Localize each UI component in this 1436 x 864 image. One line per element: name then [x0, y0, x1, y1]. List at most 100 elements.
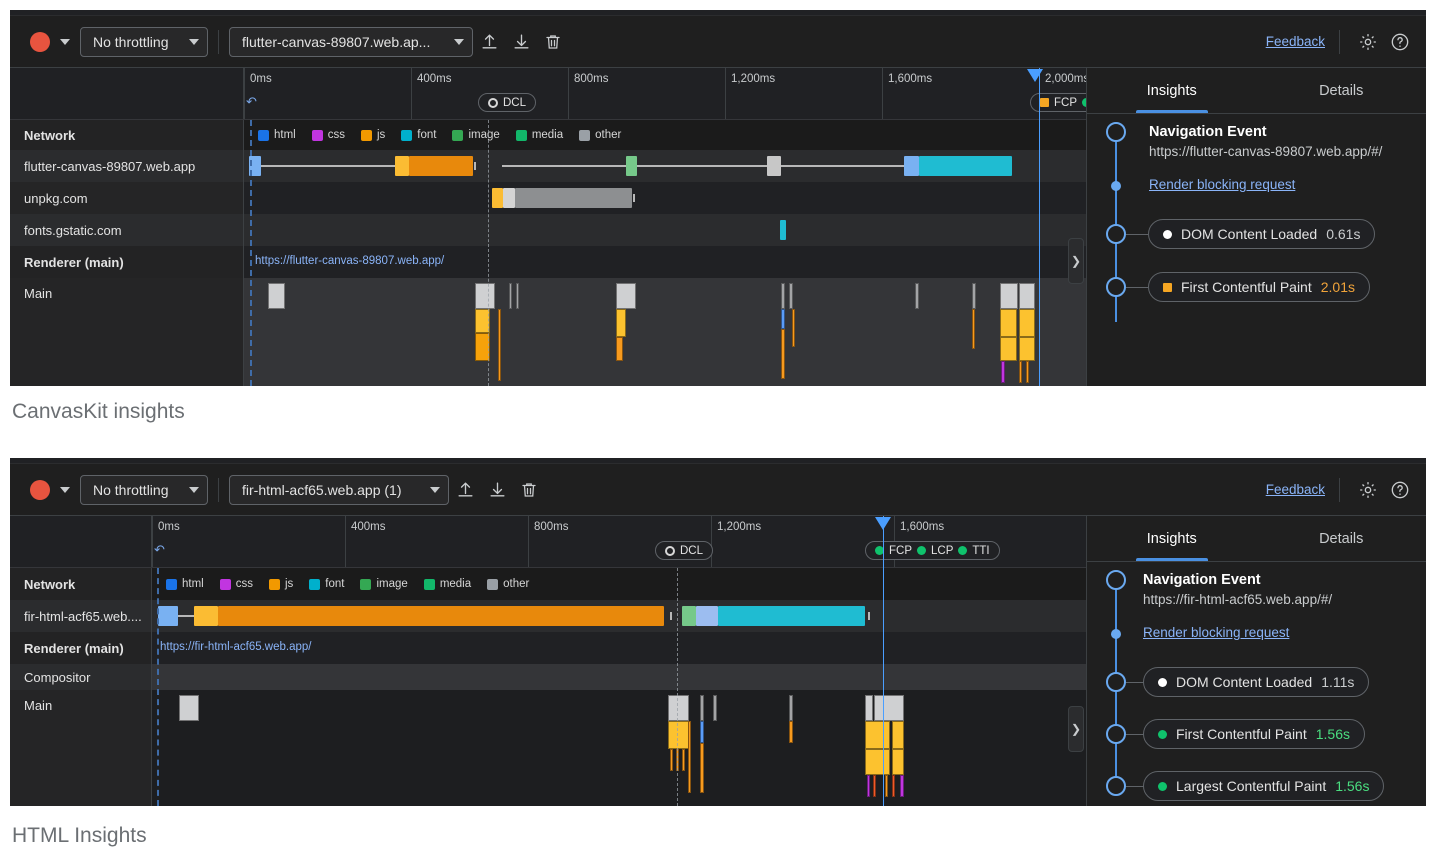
upload-icon[interactable]	[452, 477, 478, 503]
flame-script[interactable]	[1000, 309, 1017, 337]
request-bar-js[interactable]	[409, 156, 473, 176]
render-blocking-request-link[interactable]: Render blocking request	[1143, 625, 1289, 640]
dcl-marker-pill[interactable]: DCL	[655, 541, 713, 560]
flame-script[interactable]	[616, 309, 626, 337]
flame-task[interactable]	[781, 283, 785, 309]
timeline-ruler[interactable]: ↶ 0ms 400ms 800ms 1,200ms 1,600ms DCL FC…	[10, 516, 1086, 568]
flame-script[interactable]	[682, 749, 685, 771]
flame-script[interactable]	[498, 309, 501, 381]
gear-icon[interactable]	[1355, 29, 1381, 55]
flame-css[interactable]	[1001, 361, 1005, 383]
flame-task[interactable]	[509, 283, 512, 309]
flame-task[interactable]	[268, 283, 285, 309]
flame-script[interactable]	[1000, 337, 1017, 361]
help-icon[interactable]	[1387, 29, 1413, 55]
upload-icon[interactable]	[476, 29, 502, 55]
tab-insights[interactable]: Insights	[1087, 516, 1257, 561]
network-row[interactable]: fir-html-acf65.web....	[10, 600, 1086, 632]
chevron-down-icon[interactable]	[60, 39, 70, 45]
timeline-ruler[interactable]: ↶ 0ms 400ms 800ms 1,200ms 1,600ms 2,000m…	[10, 68, 1086, 120]
download-icon[interactable]	[508, 29, 534, 55]
request-bar-other-head[interactable]	[503, 188, 515, 208]
flame-task[interactable]	[713, 695, 717, 721]
request-bar-html2[interactable]	[696, 606, 718, 626]
flame-script[interactable]	[972, 309, 975, 349]
flame-parse[interactable]	[700, 721, 704, 743]
expand-sidebar-button[interactable]: ❯	[1068, 238, 1084, 284]
metric-dom-content-loaded[interactable]: DOM Content Loaded 0.61s	[1148, 219, 1375, 249]
flame-script[interactable]	[792, 309, 795, 347]
main-thread-flame-track[interactable]	[244, 278, 1086, 386]
network-row-track[interactable]	[244, 150, 1086, 182]
renderer-group-header[interactable]: Renderer (main) https://fir-html-acf65.w…	[10, 632, 1086, 664]
flame-script[interactable]	[688, 721, 691, 793]
flame-script[interactable]	[885, 775, 888, 797]
request-bar-ttfb[interactable]	[395, 156, 409, 176]
flame-task[interactable]	[1019, 283, 1035, 309]
trash-icon[interactable]	[540, 29, 566, 55]
trash-icon[interactable]	[516, 477, 542, 503]
record-icon[interactable]	[30, 480, 50, 500]
request-bar-font[interactable]	[718, 606, 865, 626]
flame-script[interactable]	[892, 749, 904, 775]
request-bar-html2[interactable]	[904, 156, 919, 176]
flame-task[interactable]	[516, 283, 519, 309]
flame-script[interactable]	[700, 743, 704, 793]
flame-task[interactable]	[179, 695, 199, 721]
metric-first-contentful-paint[interactable]: First Contentful Paint 2.01s	[1148, 272, 1370, 302]
flame-script[interactable]	[616, 337, 623, 361]
request-bar-ttfb[interactable]	[492, 188, 503, 208]
help-icon[interactable]	[1387, 477, 1413, 503]
flame-script[interactable]	[1019, 309, 1035, 337]
metric-dom-content-loaded[interactable]: DOM Content Loaded 1.11s	[1143, 667, 1369, 697]
dcl-marker-pill[interactable]: DCL	[478, 93, 536, 112]
tab-details[interactable]: Details	[1257, 516, 1427, 561]
request-bar-font[interactable]	[780, 220, 786, 240]
request-bar-ttfb[interactable]	[194, 606, 218, 626]
flame-task[interactable]	[915, 283, 919, 309]
request-bar-image[interactable]	[626, 156, 637, 176]
tab-details[interactable]: Details	[1257, 68, 1427, 113]
flame-script[interactable]	[781, 329, 785, 379]
main-thread-row[interactable]: Main	[10, 690, 1086, 806]
flame-task[interactable]	[865, 695, 873, 721]
render-blocking-request-link[interactable]: Render blocking request	[1149, 177, 1295, 192]
flame-script[interactable]	[668, 721, 689, 749]
expand-sidebar-button[interactable]: ❯	[1068, 706, 1084, 752]
flame-script[interactable]	[865, 749, 890, 775]
download-icon[interactable]	[484, 477, 510, 503]
flame-task[interactable]	[789, 283, 793, 309]
throttling-select[interactable]: No throttling	[80, 475, 208, 505]
gear-icon[interactable]	[1355, 477, 1381, 503]
renderer-group-header[interactable]: Renderer (main) https://flutter-canvas-8…	[10, 246, 1086, 278]
request-bar-font[interactable]	[919, 156, 1012, 176]
feedback-link[interactable]: Feedback	[1266, 482, 1325, 497]
compositor-row[interactable]: Compositor	[10, 664, 1086, 690]
network-group-header[interactable]: Network html css js font image media oth…	[10, 568, 1086, 600]
network-row-track[interactable]	[244, 214, 1086, 246]
target-select[interactable]: fir-html-acf65.web.app (1)	[229, 475, 449, 505]
network-group-header[interactable]: Network html css js font image media oth…	[10, 120, 1086, 150]
metric-first-contentful-paint[interactable]: First Contentful Paint 1.56s	[1143, 719, 1365, 749]
flame-script[interactable]	[865, 721, 890, 749]
flame-task[interactable]	[874, 695, 904, 721]
flame-task[interactable]	[475, 283, 495, 309]
main-thread-flame-track[interactable]	[152, 690, 1086, 806]
flame-script[interactable]	[1019, 337, 1035, 361]
flame-task[interactable]	[972, 283, 976, 309]
request-bar-image[interactable]	[682, 606, 696, 626]
flame-script[interactable]	[892, 721, 904, 749]
target-select[interactable]: flutter-canvas-89807.web.ap...	[229, 27, 473, 57]
flame-task[interactable]	[789, 695, 793, 721]
flame-script[interactable]	[670, 749, 673, 771]
request-bar-html[interactable]	[158, 606, 178, 626]
flame-script[interactable]	[789, 721, 793, 743]
flame-script[interactable]	[1019, 361, 1022, 383]
timeline-flame-area[interactable]: ↶ 0ms 400ms 800ms 1,200ms 1,600ms DCL FC…	[10, 516, 1086, 806]
flame-css[interactable]	[900, 775, 904, 797]
flame-task[interactable]	[668, 695, 689, 721]
network-row-track[interactable]	[152, 600, 1086, 632]
network-row-track[interactable]	[244, 182, 1086, 214]
throttling-select[interactable]: No throttling	[80, 27, 208, 57]
paint-markers-pill[interactable]: FCP LCP TTI	[865, 541, 1000, 560]
